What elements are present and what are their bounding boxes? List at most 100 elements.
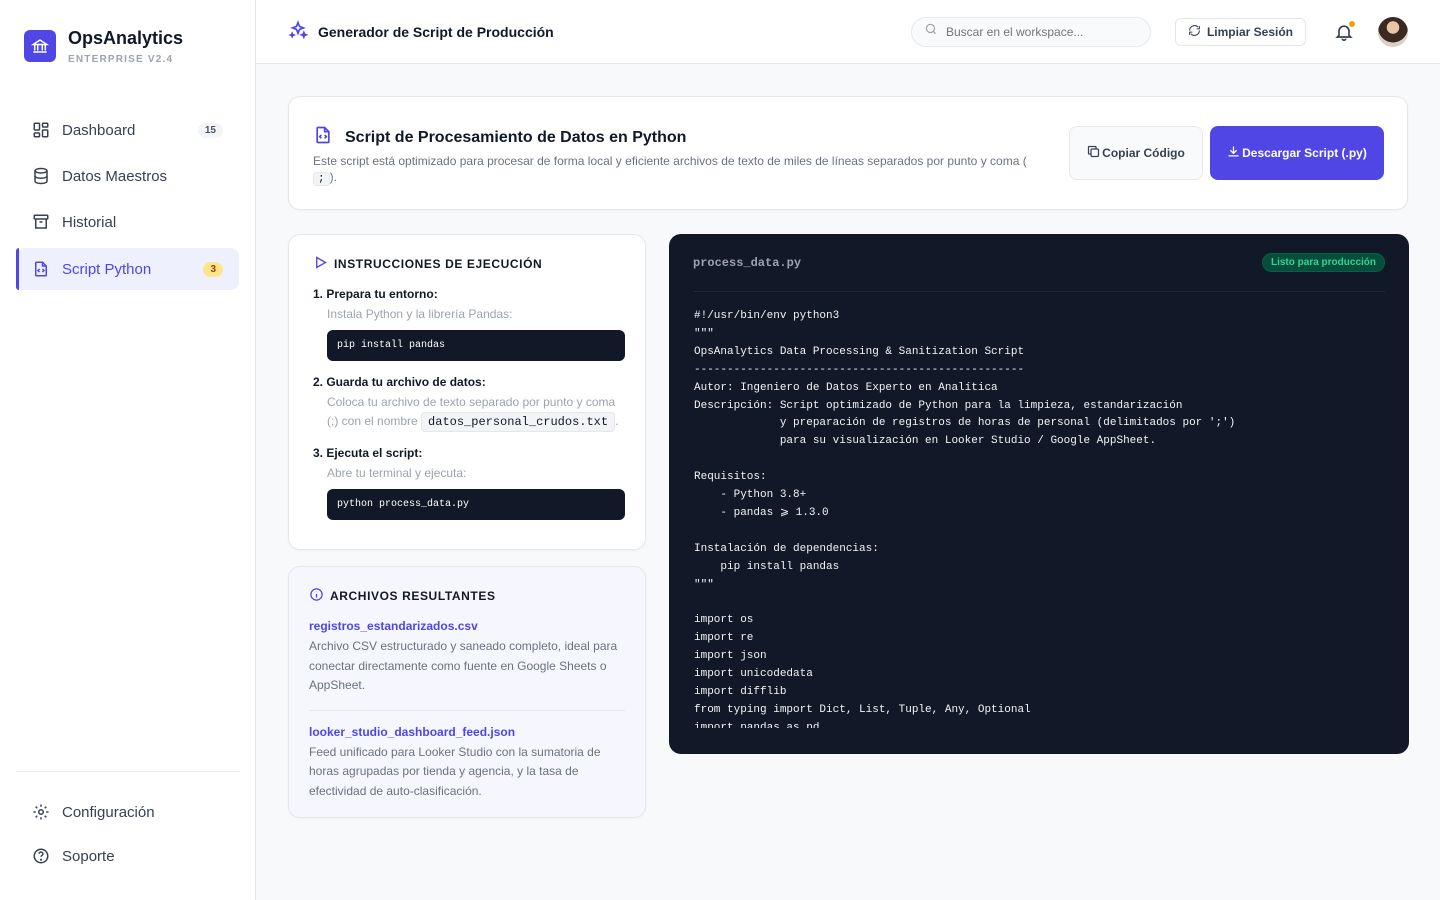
info-icon	[309, 587, 330, 605]
code-line: import pandas as pd	[694, 721, 820, 728]
page-title-text: Generador de Script de Producción	[318, 23, 554, 40]
code-viewer: process_data.py Listo para producción #!…	[669, 234, 1409, 754]
code-line: import json	[694, 650, 767, 663]
script-title: Script de Procesamiento de Datos en Pyth…	[313, 125, 686, 150]
search-icon	[924, 22, 938, 41]
step-description: Abre tu terminal y ejecuta:	[327, 466, 467, 480]
instruction-step: 3. Ejecuta el script: Abre tu terminal y…	[313, 446, 625, 520]
sidebar-item-label: Soporte	[62, 847, 115, 865]
semicolon-code: ;	[313, 172, 330, 186]
instructions-title-text: INSTRUCCIONES DE EJECUCIÓN	[334, 257, 543, 271]
refresh-icon	[1188, 24, 1207, 40]
code-line: - pandas ⩾ 1.3.0	[694, 506, 829, 519]
download-script-button[interactable]: Descargar Script (.py)	[1210, 126, 1384, 180]
filename-code: datos_personal_crudos.txt	[421, 412, 616, 432]
copy-code-label: Copiar Código	[1102, 146, 1185, 160]
file-name[interactable]: looker_studio_dashboard_feed.json	[309, 725, 625, 739]
sidebar-item-configuracion[interactable]: Configuración	[16, 792, 239, 832]
command-snippet[interactable]: pip install pandas	[327, 330, 625, 361]
sidebar-item-label: Datos Maestros	[62, 167, 168, 185]
download-script-label: Descargar Script (.py)	[1242, 146, 1367, 160]
command-snippet[interactable]: python process_data.py	[327, 489, 625, 520]
sidebar-nav: Dashboard 15 Datos Maestros Historial Sc…	[0, 110, 255, 290]
file-description: Feed unificado para Looker Studio con la…	[309, 744, 601, 798]
notification-dot	[1348, 19, 1356, 28]
copy-code-button[interactable]: Copiar Código	[1069, 126, 1203, 180]
code-line: import difflib	[694, 686, 787, 699]
code-line: #!/usr/bin/env python3	[694, 310, 840, 322]
step-title: 1. Prepara tu entorno:	[313, 287, 438, 301]
divider	[309, 709, 625, 711]
result-files-card: ARCHIVOS RESULTANTES registros_estandari…	[288, 566, 646, 818]
description-suffix: ).	[329, 170, 337, 184]
search-box[interactable]	[910, 16, 1151, 47]
script-title-text: Script de Procesamiento de Datos en Pyth…	[345, 128, 687, 146]
bell-icon	[1334, 24, 1354, 46]
result-files-title: ARCHIVOS RESULTANTES	[309, 587, 625, 605]
topbar: Generador de Script de Producción Limpia…	[256, 0, 1440, 64]
status-badge: Listo para producción	[1261, 253, 1385, 272]
code-line: """	[694, 578, 714, 591]
step-description: Instala Python y la librería Pandas:	[327, 307, 513, 321]
result-files-title-text: ARCHIVOS RESULTANTES	[330, 589, 496, 603]
result-file-item: looker_studio_dashboard_feed.json Feed u…	[309, 725, 625, 802]
sidebar-item-historial[interactable]: Historial	[16, 202, 239, 242]
sidebar-item-label: Script Python	[62, 260, 152, 278]
code-line: OpsAnalytics Data Processing & Sanitizat…	[694, 345, 1025, 358]
instructions-title: INSTRUCCIONES DE EJECUCIÓN	[313, 255, 625, 273]
sidebar-item-label: Historial	[62, 213, 117, 231]
brand-subtitle: ENTERPRISE V2.4	[68, 54, 174, 65]
sidebar-item-script-python[interactable]: Script Python 3	[16, 248, 239, 290]
code-line: Requisitos:	[694, 471, 767, 484]
file-code-icon	[313, 125, 345, 150]
code-line: y preparación de registros de horas de p…	[694, 417, 1236, 430]
file-description: Archivo CSV estructurado y saneado compl…	[309, 639, 618, 692]
sidebar-bottom: Configuración Soporte	[16, 771, 239, 880]
code-line: """	[694, 327, 714, 340]
description-text: Este script está optimizado para procesa…	[313, 154, 1027, 168]
code-line: import os	[694, 614, 754, 627]
code-line: import unicodedata	[694, 668, 813, 681]
copy-icon	[1086, 144, 1101, 162]
sidebar-item-dashboard[interactable]: Dashboard 15	[16, 110, 239, 150]
play-icon	[313, 255, 334, 273]
code-line: from typing import Dict, List, Tuple, An…	[694, 703, 1031, 716]
sidebar-item-label: Dashboard	[62, 121, 136, 139]
brand-name: OpsAnalytics	[68, 28, 184, 48]
count-badge: 3	[203, 261, 223, 277]
step-title: 3. Ejecuta el script:	[313, 446, 423, 460]
code-body[interactable]: #!/usr/bin/env python3 """ OpsAnalytics Da…	[694, 308, 1385, 728]
help-circle-icon	[32, 847, 50, 865]
code-line: Autor: Ingeniero de Datos Experto en Ana…	[694, 381, 998, 394]
avatar[interactable]	[1378, 16, 1408, 47]
notifications-button[interactable]	[1334, 19, 1356, 42]
page-title: Generador de Script de Producción	[288, 20, 554, 43]
clear-session-button[interactable]: Limpiar Sesión	[1174, 17, 1306, 46]
sparkles-icon	[288, 20, 318, 43]
step-title: 2. Guarda tu archivo de datos:	[313, 375, 486, 389]
code-line: - Python 3.8+	[694, 489, 807, 502]
code-line: pip install pandas	[694, 560, 840, 573]
script-header-card: Script de Procesamiento de Datos en Pyth…	[288, 96, 1408, 210]
code-filename: process_data.py	[693, 255, 802, 270]
code-line: Instalación de dependencias:	[694, 542, 879, 555]
instruction-step: 2. Guarda tu archivo de datos: Coloca tu…	[313, 375, 625, 432]
search-input[interactable]	[945, 24, 1136, 39]
download-icon	[1226, 144, 1241, 162]
main-content: Generador de Script de Producción Limpia…	[256, 0, 1440, 900]
code-line: para su visualización en Looker Studio /…	[694, 435, 1157, 448]
bank-logo-icon	[24, 30, 56, 62]
database-icon	[32, 167, 50, 185]
brand: OpsAnalytics ENTERPRISE V2.4	[0, 0, 255, 110]
sidebar-item-soporte[interactable]: Soporte	[16, 836, 239, 876]
code-line: import re	[694, 632, 754, 645]
sidebar-item-datos-maestros[interactable]: Datos Maestros	[16, 156, 239, 196]
sidebar: OpsAnalytics ENTERPRISE V2.4 Dashboard 1…	[0, 0, 256, 900]
file-name[interactable]: registros_estandarizados.csv	[309, 619, 625, 633]
sidebar-item-label: Configuración	[62, 803, 155, 821]
script-description: Este script está optimizado para procesa…	[313, 153, 1053, 187]
step-description: Coloca tu archivo de texto separado por …	[327, 394, 625, 432]
instruction-step: 1. Prepara tu entorno: Instala Python y …	[313, 287, 625, 361]
